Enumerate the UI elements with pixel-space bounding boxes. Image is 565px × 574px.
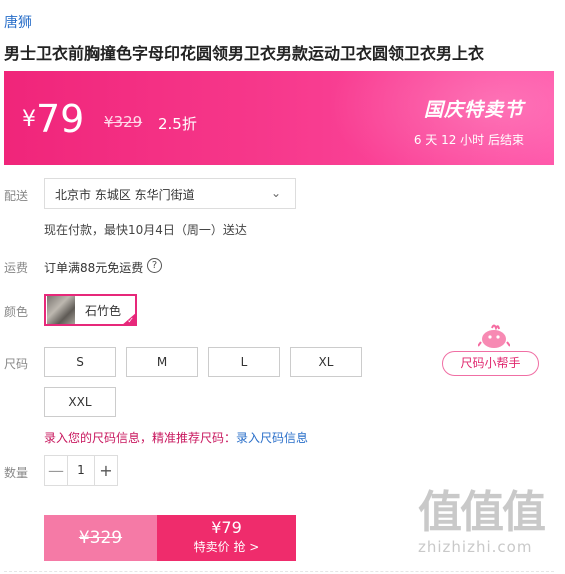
size-info-prompt: 录入您的尺码信息，精准推荐尺码：录入尺码信息 [44,429,308,446]
quantity-input[interactable]: 1 [67,456,95,485]
buy-original-price: ¥329 [44,515,157,561]
countdown-timer: 6 天 12 小时 后结束 [413,133,524,147]
size-option-xl[interactable]: XL [290,347,362,377]
size-helper-label: 尺码小帮手 [442,351,539,376]
size-option-m[interactable]: M [126,347,198,377]
color-option-selected[interactable]: 石竹色 ✓ [44,294,137,326]
size-option-l[interactable]: L [208,347,280,377]
quantity-decrease-button[interactable]: — [45,456,67,485]
color-label: 颜色 [4,305,29,319]
buy-now-button[interactable]: ¥79 特卖价 抢 > [157,515,296,561]
current-price: ¥79 [22,97,84,141]
shipping-info: 订单满88元免运费 [44,261,144,275]
size-info-text: 录入您的尺码信息，精准推荐尺码： [44,431,237,445]
festival-title: 国庆特卖节 [423,99,524,121]
address-select[interactable]: 北京市 东城区 东华门街道 ⌄ [44,178,296,209]
address-value: 北京市 东城区 东华门街道 [55,188,195,202]
original-price: ¥329 [104,113,143,131]
watermark-logo: 值值值 [418,487,546,538]
size-helper-button[interactable]: 尺码小帮手 [442,322,540,378]
size-label: 尺码 [4,357,29,371]
delivery-estimate: 现在付款，最快10月4日（周一）送达 [44,223,247,237]
currency-symbol: ¥ [22,107,36,132]
chevron-down-icon: ⌄ [270,186,281,200]
size-info-link[interactable]: 录入尺码信息 [236,431,308,445]
buy-label: 特卖价 抢 > [193,540,260,554]
quantity-stepper: — 1 + [44,455,118,486]
shipping-label: 运费 [4,261,29,275]
product-title: 男士卫衣前胸撞色字母印花圆领男卫衣男款运动卫衣圆领卫衣男上衣 [4,44,485,63]
buy-bar: ¥329 ¥79 特卖价 抢 > [44,515,296,561]
discount-badge: 2.5折 [158,115,197,133]
watermark: 值值值 zhizhizhi.com [418,488,563,568]
brand-link[interactable]: 唐狮 [4,12,32,32]
check-icon: ✓ [127,316,134,325]
help-icon[interactable]: ? [147,258,162,273]
quantity-increase-button[interactable]: + [95,456,117,485]
price-banner: ¥79 ¥329 2.5折 国庆特卖节 6 天 12 小时 后结束 [4,71,554,165]
price-value: 79 [36,97,85,141]
buy-price: ¥79 [211,518,242,537]
color-thumbnail [47,296,75,324]
bird-mascot-icon [478,324,510,348]
divider [4,571,554,572]
delivery-label: 配送 [4,189,29,203]
quantity-label: 数量 [4,466,29,480]
size-option-xxl[interactable]: XXL [44,387,116,417]
size-option-s[interactable]: S [44,347,116,377]
color-name: 石竹色 [85,303,122,318]
watermark-url: zhizhizhi.com [418,538,533,556]
